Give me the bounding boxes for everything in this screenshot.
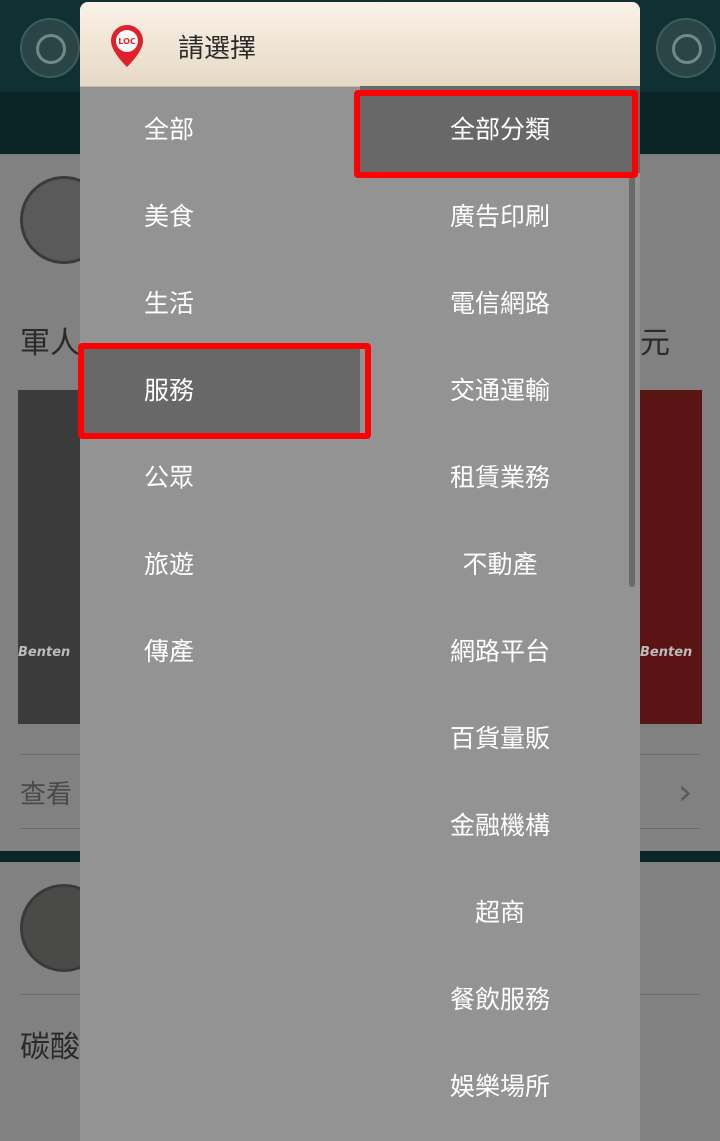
location-pin-icon: LOC <box>111 25 143 67</box>
post-title-tail: 元 <box>640 326 670 361</box>
product-brand: Benten <box>18 645 71 660</box>
product-brand: Benten <box>640 645 693 660</box>
main-category-item[interactable]: 旅遊 <box>80 521 360 608</box>
dialog-title: 請選擇 <box>178 34 257 64</box>
sub-category-item[interactable]: 廣告印刷 <box>360 173 640 260</box>
filter-button[interactable] <box>656 18 716 78</box>
diamond-icon <box>36 34 66 64</box>
pin-logo-text: LOC <box>118 37 136 46</box>
highlight-box-sub-category <box>354 90 638 178</box>
chevron-right-icon: › <box>678 772 693 813</box>
sub-category-item[interactable]: 交通運輸 <box>360 347 640 434</box>
dialog-header: LOC 請選擇 <box>80 2 640 87</box>
product-image[interactable]: Benten <box>640 390 702 724</box>
post-title: 軍人 <box>20 326 80 361</box>
sub-category-item[interactable]: 租賃業務 <box>360 434 640 521</box>
sub-category-item[interactable]: 娛樂場所 <box>360 1043 640 1130</box>
rings-icon <box>672 34 702 64</box>
main-category-item[interactable]: 傳產 <box>80 608 360 695</box>
post-title: 碳酸 <box>20 1030 80 1065</box>
product-image[interactable]: Benten <box>18 390 88 724</box>
main-category-item[interactable]: 全部 <box>80 86 360 173</box>
sub-category-item[interactable]: 金融機構 <box>360 782 640 869</box>
main-category-item[interactable]: 公眾 <box>80 434 360 521</box>
sub-category-item[interactable]: 百貨量販 <box>360 695 640 782</box>
sub-category-scrollbar[interactable] <box>629 177 635 587</box>
sub-category-item[interactable]: 電信網路 <box>360 260 640 347</box>
sub-category-item[interactable]: 超商 <box>360 869 640 956</box>
main-category-item[interactable]: 生活 <box>80 260 360 347</box>
highlight-box-main-category <box>78 343 371 439</box>
sub-category-item[interactable]: 網路平台 <box>360 608 640 695</box>
view-more-link[interactable]: 查看 <box>20 774 72 811</box>
sub-category-item[interactable]: 餐飲服務 <box>360 956 640 1043</box>
sub-category-item[interactable]: 不動產 <box>360 521 640 608</box>
main-category-item[interactable]: 美食 <box>80 173 360 260</box>
menu-button[interactable] <box>20 18 80 78</box>
